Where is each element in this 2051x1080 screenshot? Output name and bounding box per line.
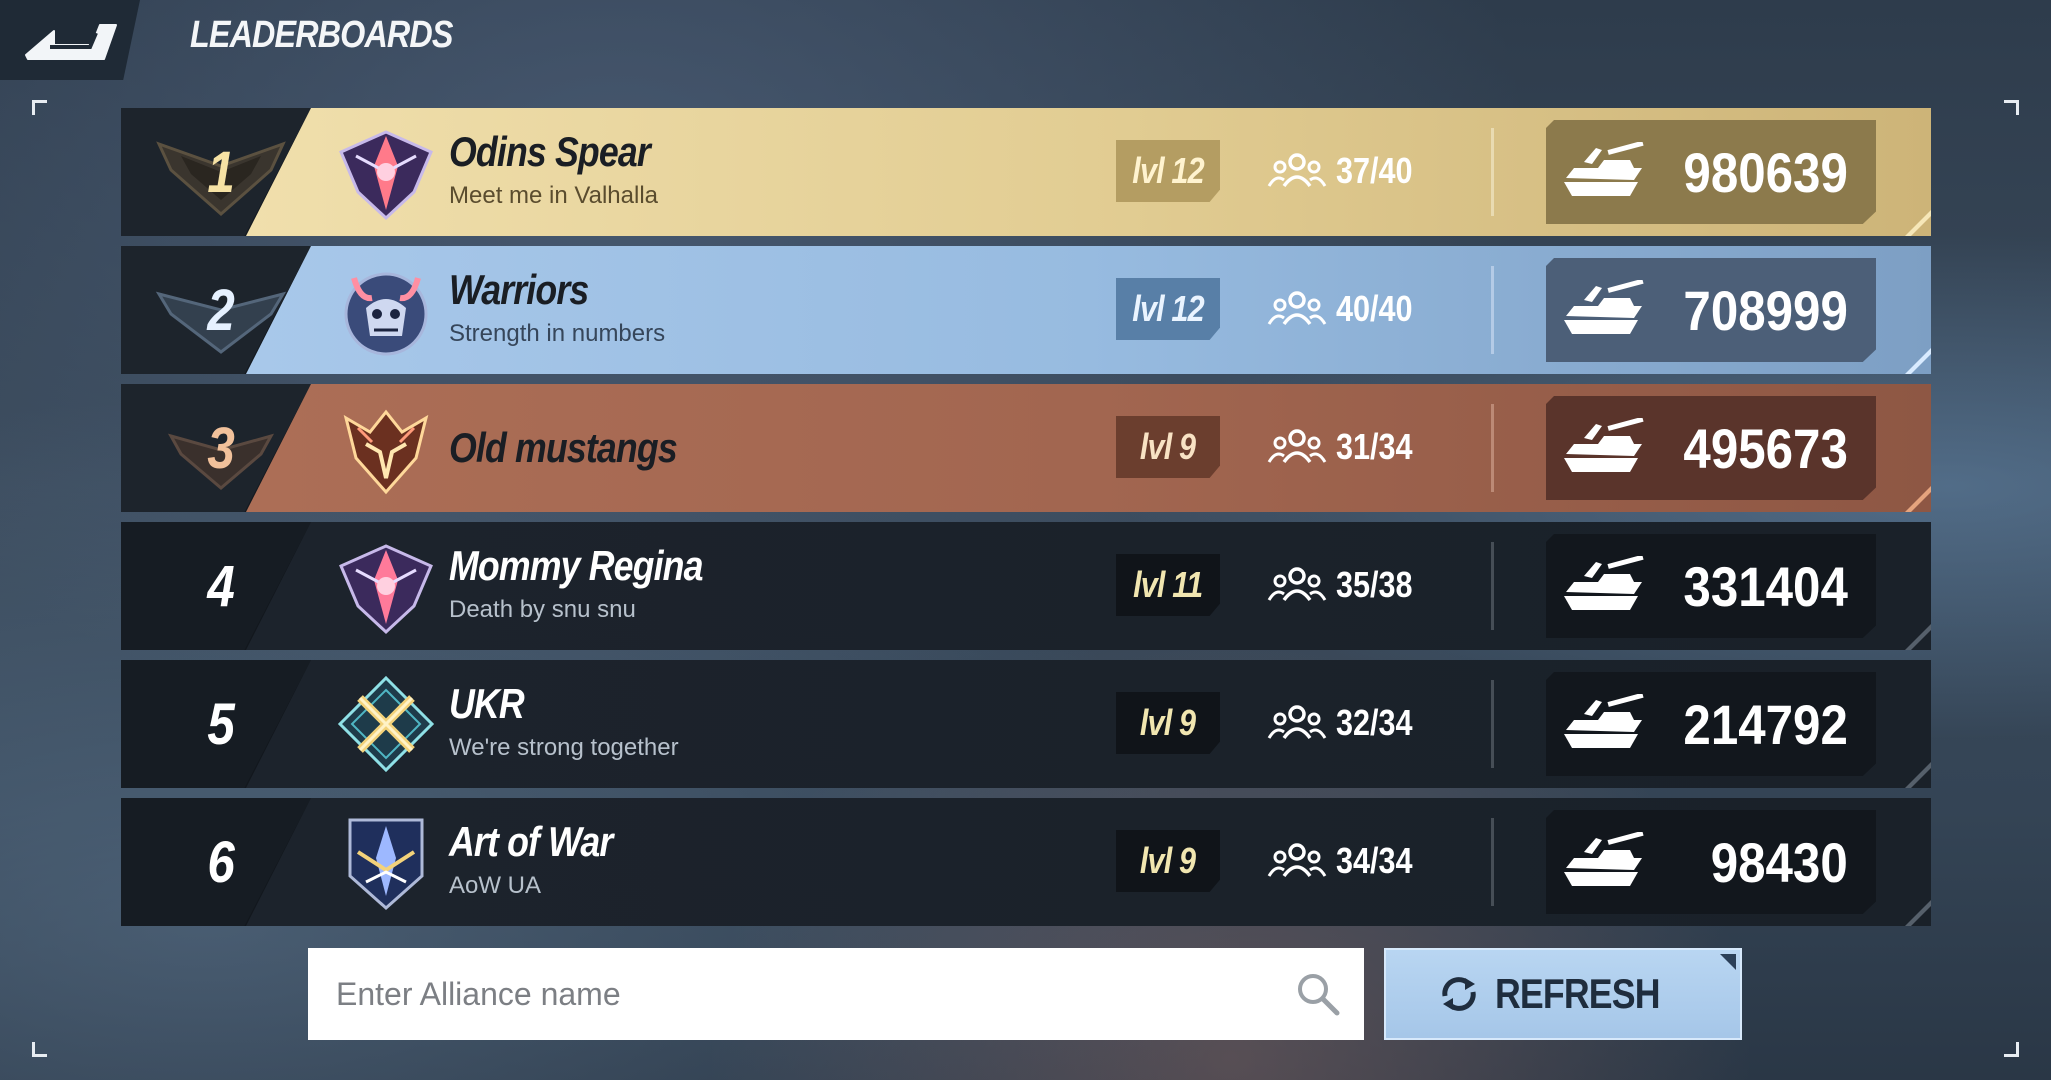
column-divider (1491, 542, 1494, 630)
frame-corner-bottom-left (32, 1042, 47, 1057)
alliance-points: 495673 (1683, 416, 1848, 480)
alliance-points: 708999 (1683, 278, 1848, 342)
member-count: 32/34 (1266, 692, 1426, 754)
leaderboard-row[interactable]: 4 Mommy Regina Death by snu snu lvl 11 3… (121, 522, 1931, 650)
score-box: 708999 (1546, 258, 1876, 362)
alliance-points: 331404 (1683, 554, 1848, 618)
member-count: 31/34 (1266, 416, 1426, 478)
members-icon (1267, 567, 1327, 602)
score-box: 495673 (1546, 396, 1876, 500)
alliance-motto: Death by snu snu (449, 596, 636, 623)
purple-crest-icon (339, 130, 433, 221)
alliance-level: lvl 12 (1116, 278, 1220, 340)
alliance-motto: We're strong together (449, 734, 679, 761)
alliance-points: 214792 (1683, 692, 1848, 756)
alliance-level: lvl 9 (1116, 416, 1220, 478)
alliance-motto: AoW UA (449, 872, 542, 899)
tank-icon (1564, 280, 1644, 334)
golden-beast-icon (343, 409, 429, 495)
alliance-points: 98430 (1710, 830, 1848, 894)
tank-icon (1564, 142, 1644, 196)
rank-number: 2 (207, 277, 235, 343)
score-box: 98430 (1546, 810, 1876, 914)
member-count: 37/40 (1266, 140, 1426, 202)
member-count: 40/40 (1266, 278, 1426, 340)
alliance-level: lvl 9 (1116, 692, 1220, 754)
score-box: 214792 (1546, 672, 1876, 776)
leaderboard-row[interactable]: 3 Old mustangs lvl 9 31/34 495673 (121, 384, 1931, 512)
member-count: 34/34 (1266, 830, 1426, 892)
column-divider (1491, 266, 1494, 354)
refresh-icon (1442, 977, 1476, 1011)
alliance-name: Warriors (449, 266, 589, 313)
members-icon (1267, 843, 1327, 878)
alliance-search-input[interactable] (334, 974, 1268, 1014)
tank-icon (1564, 556, 1644, 610)
tank-icon (1564, 694, 1644, 748)
frame-corner-top-right (2004, 100, 2019, 115)
alliance-level: lvl 9 (1116, 830, 1220, 892)
leaderboard-row[interactable]: 1 Odins Spear Meet me in Valhalla lvl 12… (121, 108, 1931, 236)
leaderboard-row[interactable]: 5 UKR We're strong together lvl 9 32/34 (121, 660, 1931, 788)
search-icon[interactable] (1294, 970, 1342, 1018)
alliance-search-bar (308, 948, 1364, 1040)
score-box: 331404 (1546, 534, 1876, 638)
members-icon (1267, 705, 1327, 740)
alliance-motto: Strength in numbers (449, 320, 666, 347)
rank-number: 6 (207, 829, 235, 895)
crossed-rifles-icon (337, 675, 435, 773)
page-title: LEADERBOARDS (190, 14, 453, 56)
column-divider (1491, 404, 1494, 492)
members-icon (1267, 429, 1327, 464)
rank-number: 1 (207, 139, 235, 205)
alliance-motto: Meet me in Valhalla (449, 182, 658, 209)
alliance-level: lvl 11 (1116, 554, 1220, 616)
refresh-button[interactable]: REFRESH (1384, 948, 1742, 1040)
alliance-name: UKR (449, 680, 525, 727)
tank-icon (1564, 418, 1644, 472)
alliance-name: Art of War (449, 818, 613, 865)
button-corner-marker (1720, 954, 1736, 970)
alliance-name: Old mustangs (449, 424, 678, 471)
members-icon (1267, 153, 1327, 188)
alliance-name: Odins Spear (449, 128, 651, 175)
purple-crest-icon (339, 544, 433, 635)
alliance-points: 980639 (1683, 140, 1848, 204)
column-divider (1491, 680, 1494, 768)
alliance-name: Mommy Regina (449, 542, 703, 589)
members-icon (1267, 291, 1327, 326)
column-divider (1491, 128, 1494, 216)
leaderboard-row[interactable]: 6 Art of War AoW UA lvl 9 34/34 98430 (121, 798, 1931, 926)
refresh-label: REFRESH (1495, 970, 1660, 1017)
column-divider (1491, 818, 1494, 906)
horned-skull-icon (344, 272, 428, 356)
back-arrow-icon (25, 24, 117, 60)
leaderboard-list: 1 Odins Spear Meet me in Valhalla lvl 12… (121, 108, 1931, 936)
back-button[interactable] (0, 0, 140, 80)
member-count: 35/38 (1266, 554, 1426, 616)
blue-shield-icon (348, 818, 424, 911)
tank-icon (1564, 832, 1644, 886)
frame-corner-top-left (32, 100, 47, 115)
frame-corner-bottom-right (2004, 1042, 2019, 1057)
score-box: 980639 (1546, 120, 1876, 224)
alliance-level: lvl 12 (1116, 140, 1220, 202)
rank-number: 5 (207, 691, 235, 757)
rank-number: 3 (207, 415, 235, 481)
leaderboard-row[interactable]: 2 Warriors Strength in numbers lvl 12 40… (121, 246, 1931, 374)
rank-number: 4 (207, 553, 235, 619)
